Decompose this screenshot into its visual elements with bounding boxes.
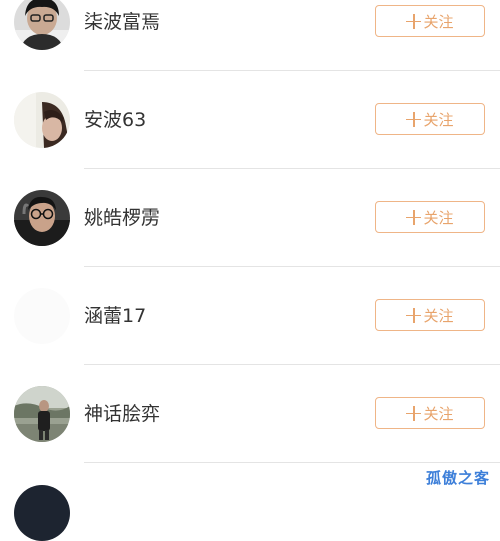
list-item[interactable]: 柒波富焉 关注 bbox=[0, 0, 500, 71]
user-name[interactable]: 安波63 bbox=[84, 107, 146, 133]
list-item[interactable]: 神话脍弈 关注 bbox=[0, 365, 500, 463]
avatar[interactable] bbox=[14, 0, 70, 50]
avatar[interactable] bbox=[14, 386, 70, 442]
follow-button[interactable]: 关注 bbox=[375, 397, 485, 429]
avatar[interactable] bbox=[14, 190, 70, 246]
follow-button[interactable]: 关注 bbox=[375, 299, 485, 331]
user-name[interactable]: 神话脍弈 bbox=[84, 401, 160, 427]
follow-button[interactable]: 关注 bbox=[375, 5, 485, 37]
divider bbox=[84, 462, 500, 463]
avatar[interactable] bbox=[14, 92, 70, 148]
plus-icon bbox=[406, 111, 422, 127]
plus-icon bbox=[406, 209, 422, 225]
follow-label: 关注 bbox=[423, 110, 454, 129]
follow-button[interactable]: 关注 bbox=[375, 201, 485, 233]
list-item[interactable]: 姚皓椤雳 关注 bbox=[0, 169, 500, 267]
follow-label: 关注 bbox=[423, 208, 454, 227]
follow-button[interactable]: 关注 bbox=[375, 103, 485, 135]
user-list: 柒波富焉 关注 安波63 关注 姚皓椤雳 关注 涵蕾17 关注 神话脍弈 关注 bbox=[0, 0, 500, 463]
list-item[interactable]: 安波63 关注 bbox=[0, 71, 500, 169]
list-item[interactable]: 涵蕾17 关注 bbox=[0, 267, 500, 365]
user-name[interactable]: 柒波富焉 bbox=[84, 9, 160, 35]
avatar[interactable] bbox=[14, 485, 70, 541]
plus-icon bbox=[406, 405, 422, 421]
plus-icon bbox=[406, 13, 422, 29]
follow-label: 关注 bbox=[423, 404, 454, 423]
watermark: 孤傲之客 bbox=[425, 469, 490, 487]
user-name[interactable]: 姚皓椤雳 bbox=[84, 205, 160, 231]
plus-icon bbox=[406, 307, 422, 323]
user-name[interactable]: 涵蕾17 bbox=[84, 303, 146, 329]
avatar[interactable] bbox=[14, 288, 70, 344]
follow-label: 关注 bbox=[423, 12, 454, 31]
follow-label: 关注 bbox=[423, 306, 454, 325]
